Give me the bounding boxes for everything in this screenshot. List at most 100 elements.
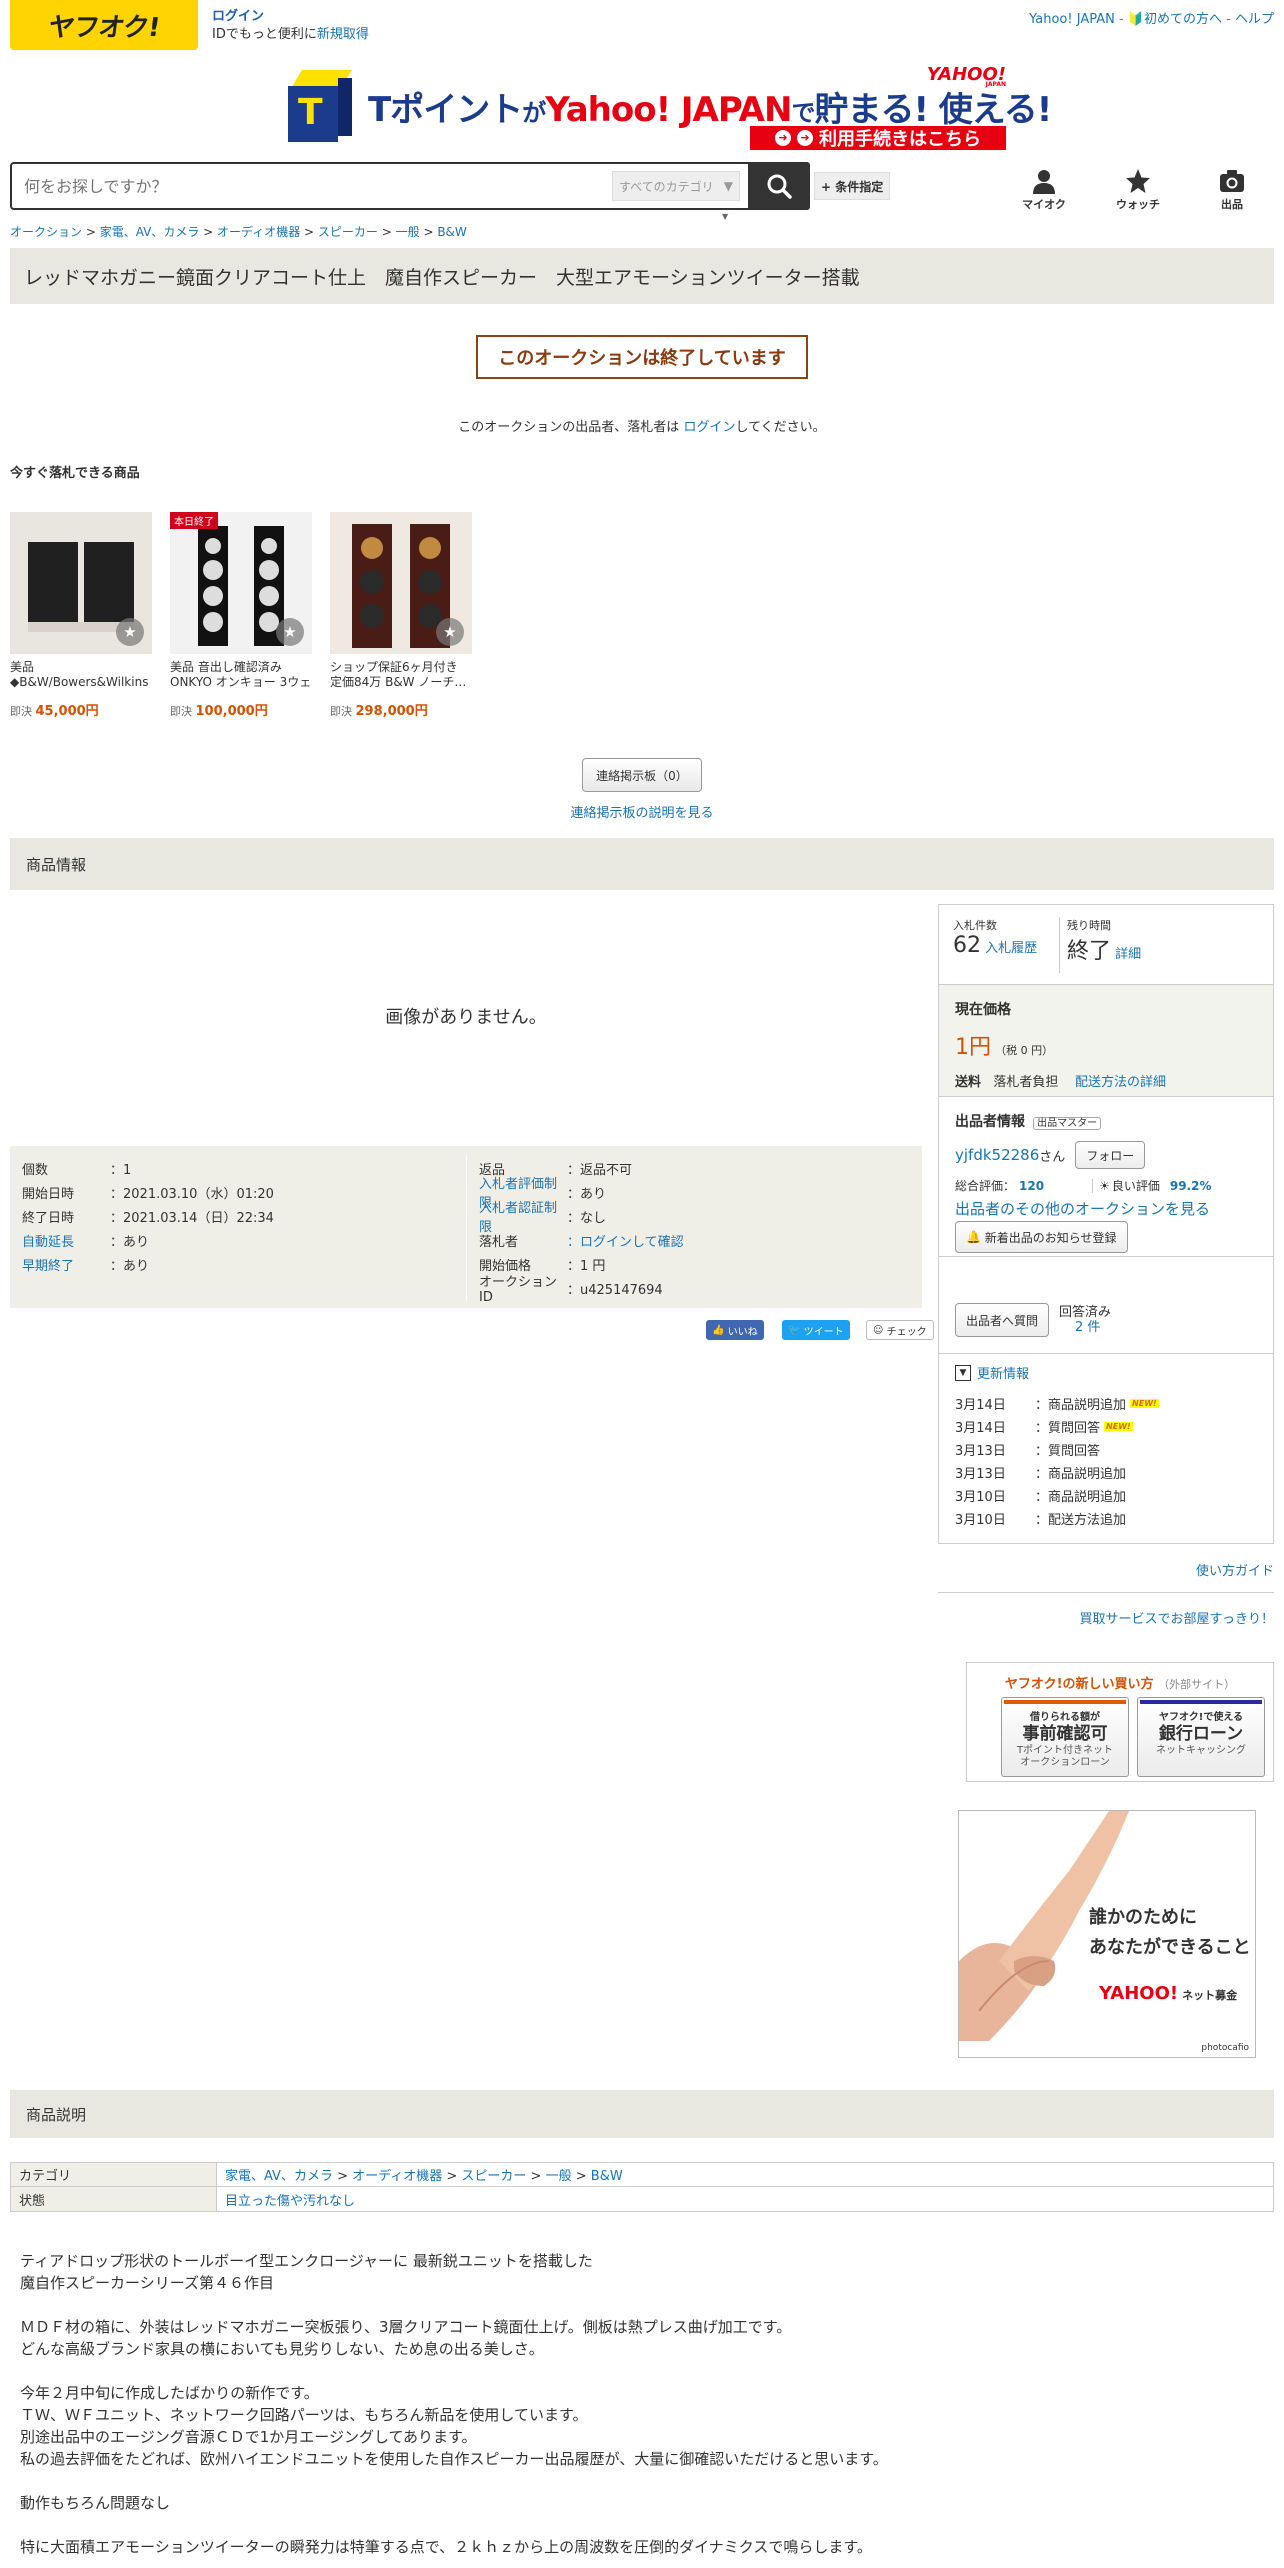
breadcrumb-item[interactable]: B&W bbox=[437, 225, 466, 239]
product-image[interactable]: ★ bbox=[330, 512, 472, 654]
smile-icon: ☺ bbox=[873, 1324, 884, 1336]
question-row: 出品者へ質問 回答済み 2 件 bbox=[955, 1303, 1111, 1337]
new-buying-methods: ヤフオク!の新しい買い方 （外部サイト） 借りられる額が 事前確認可 Tポイント… bbox=[966, 1662, 1274, 1782]
detail-link[interactable]: 詳細 bbox=[1115, 947, 1141, 962]
breadcrumb-item[interactable]: オークション bbox=[10, 225, 82, 239]
product-card[interactable]: 本日終了 ★ 美品 音出し確認済み ONKYO オンキョー 3ウェイ… 即決 1… bbox=[170, 512, 312, 719]
answered-count-link[interactable]: 2 件 bbox=[1059, 1320, 1111, 1335]
product-image[interactable]: 本日終了 ★ bbox=[170, 512, 312, 654]
bank-loan-button[interactable]: ヤフオク!で使える 銀行ローン ネットキャッシング bbox=[1137, 1697, 1265, 1777]
product-info-heading: 商品情報 bbox=[10, 838, 1274, 890]
bidder-auth-limit-link[interactable]: 入札者認証制限 bbox=[467, 1197, 567, 1235]
message-board-button[interactable]: 連絡掲示板（0） bbox=[582, 758, 702, 792]
description-paragraph: ＭＤＦ材の箱に、外装はレッドマホガニー突板張り、3層クリアコート鏡面仕上げ。側板… bbox=[20, 2318, 792, 2358]
watch-star-icon[interactable]: ★ bbox=[116, 618, 144, 646]
login-link[interactable]: ログイン bbox=[212, 9, 264, 24]
breadcrumb-item[interactable]: オーディオ機器 bbox=[217, 225, 300, 239]
rating-link[interactable]: 120 bbox=[1019, 1179, 1044, 1193]
tpoint-banner[interactable]: T TポイントがYahoo! JAPANで貯まる! 使える! YAHOO! JAP… bbox=[288, 64, 1052, 152]
product-price: 即決 298,000円 bbox=[330, 704, 428, 719]
product-name[interactable]: 美品◆B&W/Bowers&Wilkins 686 S2 ブラックア… bbox=[10, 660, 152, 690]
info-row: 落札者ログインして確認 bbox=[467, 1228, 922, 1252]
myauction-button[interactable]: マイオク bbox=[1014, 168, 1074, 212]
login-to-confirm-link[interactable]: ログインして確認 bbox=[567, 1231, 684, 1250]
login-inline-link[interactable]: ログイン bbox=[683, 420, 735, 435]
category-link[interactable]: B&W bbox=[591, 2169, 623, 2184]
top-right-links: Yahoo! JAPAN - 🔰初めての方へ - ヘルプ bbox=[1029, 12, 1274, 27]
beginner-icon: 🔰 bbox=[1127, 12, 1144, 27]
login-sub: IDでもっと便利に bbox=[212, 27, 317, 42]
search-input[interactable] bbox=[12, 164, 612, 208]
follow-button[interactable]: フォロー bbox=[1075, 1141, 1146, 1169]
no-image-placeholder: 画像がありません。 bbox=[385, 1007, 547, 1028]
message-board-help-link: 連絡掲示板の説明を見る bbox=[570, 806, 714, 821]
description-paragraph: 今年２月中旬に作成したばかりの新作です。 ＴＷ、ＷＦユニット、ネットワーク回路パー… bbox=[20, 2384, 888, 2468]
watch-star-icon[interactable]: ★ bbox=[276, 618, 304, 646]
info-row: 個数1 bbox=[10, 1156, 466, 1180]
mixi-check-button[interactable]: ☺ チェック bbox=[866, 1320, 934, 1340]
description-paragraph: 動作もちろん問題なし bbox=[20, 2494, 171, 2512]
watch-star-icon[interactable]: ★ bbox=[436, 618, 464, 646]
breadcrumb-item[interactable]: 家電、AV、カメラ bbox=[100, 225, 200, 239]
watch-button[interactable]: ウォッチ bbox=[1108, 168, 1168, 212]
login-message: このオークションの出品者、落札者は ログインしてください。 bbox=[458, 420, 826, 435]
update-info: ▼ 更新情報 3月14日商品説明追加NEW! 3月14日質問回答NEW! 3月13… bbox=[955, 1363, 1259, 1530]
register-link[interactable]: 新規取得 bbox=[317, 27, 369, 42]
description-body: ティアドロップ形状のトールボーイ型エンクロージャーに 最新鋭ユニットを搭載した魔… bbox=[20, 2250, 1260, 2568]
sell-button[interactable]: 出品 bbox=[1202, 168, 1262, 212]
yahoo-japan-mini-logo: YAHOO! JAPAN bbox=[926, 64, 1006, 88]
ask-seller-button[interactable]: 出品者へ質問 bbox=[955, 1303, 1050, 1337]
breadcrumb: オークション > 家電、AV、カメラ > オーディオ機器 > スピーカー > 一… bbox=[10, 225, 467, 239]
shipping-detail-link[interactable]: 配送方法の詳細 bbox=[1075, 1075, 1166, 1090]
info-row: 自動延長あり bbox=[10, 1228, 466, 1252]
auto-extend-link[interactable]: 自動延長 bbox=[10, 1231, 110, 1250]
new-badge: NEW! bbox=[1104, 1422, 1133, 1431]
ending-today-badge: 本日終了 bbox=[170, 512, 218, 529]
new-listing-notify-button[interactable]: 🔔 新着出品のお知らせ登録 bbox=[955, 1221, 1128, 1253]
collapse-toggle-icon[interactable]: ▼ bbox=[955, 1364, 971, 1381]
description-paragraph: 特に大面積エアモーションツイーターの瞬発力は特筆する点で、２ｋｈｚから上の周波数… bbox=[20, 2538, 872, 2556]
buyback-service-link[interactable]: 買取サービスでお部屋すっきり！ bbox=[1080, 1608, 1274, 1627]
yafuoku-logo[interactable]: ヤフオク! bbox=[10, 0, 198, 50]
arrow-circle-icon: ➜ bbox=[775, 130, 791, 146]
pre-check-loan-button[interactable]: 借りられる額が 事前確認可 Tポイント付きネット オークションローン bbox=[1001, 1697, 1129, 1777]
help-link[interactable]: ヘルプ bbox=[1235, 12, 1274, 27]
bid-history-link[interactable]: 入札履歴 bbox=[985, 941, 1037, 956]
product-card[interactable]: ★ ショップ保証6ヶ月付き 定価84万 B&W ノーチ… 即決 298,000円 bbox=[330, 512, 472, 719]
auction-info-table: 個数1 開始日時2021.03.10（水）01:20 終了日時2021.03.1… bbox=[10, 1146, 922, 1308]
auction-side-panel: 入札件数 62 入札履歴 残り時間 終了 詳細 現在価格 1円 （税 0 円） … bbox=[938, 904, 1274, 1544]
info-row: 開始日時2021.03.10（水）01:20 bbox=[10, 1180, 466, 1204]
category-link[interactable]: 家電、AV、カメラ bbox=[225, 2169, 333, 2184]
person-icon bbox=[1033, 170, 1055, 194]
category-link[interactable]: スピーカー bbox=[461, 2169, 526, 2184]
bid-status: 入札件数 62 入札履歴 残り時間 終了 詳細 bbox=[939, 905, 1273, 985]
donation-ad[interactable]: 誰かのために あなたができること YAHOO! ネット募金 photocafio bbox=[958, 1810, 1256, 2058]
product-card[interactable]: ★ 美品◆B&W/Bowers&Wilkins 686 S2 ブラックア… 即決… bbox=[10, 512, 152, 719]
condition-link[interactable]: 目立った傷や汚れなし bbox=[217, 2190, 355, 2209]
update-row: 3月14日商品説明追加NEW! bbox=[955, 1392, 1259, 1415]
category-link[interactable]: 一般 bbox=[546, 2169, 572, 2184]
breadcrumb-item[interactable]: スピーカー bbox=[318, 225, 378, 239]
conditions-button[interactable]: + 条件指定 bbox=[814, 172, 891, 200]
facebook-like-button[interactable]: 👍 いいね bbox=[706, 1320, 764, 1340]
seller-name-link[interactable]: yjfdk52286 bbox=[955, 1146, 1039, 1164]
tweet-button[interactable]: 🐦 ツイート bbox=[782, 1320, 850, 1340]
product-name[interactable]: ショップ保証6ヶ月付き 定価84万 B&W ノーチ… bbox=[330, 660, 472, 690]
other-auctions-link[interactable]: 出品者のその他のオークションを見る bbox=[955, 1200, 1210, 1218]
banner-signup-button[interactable]: ➜ ➜ 利用手続きはこちら bbox=[750, 126, 1006, 150]
product-name[interactable]: 美品 音出し確認済み ONKYO オンキョー 3ウェイ… bbox=[170, 660, 312, 690]
category-select[interactable]: すべてのカテゴリ ▼ bbox=[612, 171, 740, 201]
current-price: 1円 bbox=[955, 1035, 991, 1060]
remaining-time: 終了 詳細 bbox=[1067, 939, 1142, 964]
search-button[interactable] bbox=[748, 162, 810, 210]
update-info-link[interactable]: 更新情報 bbox=[977, 1363, 1029, 1382]
product-image[interactable]: ★ bbox=[10, 512, 152, 654]
early-end-link[interactable]: 早期終了 bbox=[10, 1255, 110, 1274]
first-time-link[interactable]: 初めての方へ bbox=[1144, 12, 1222, 27]
usage-guide-link[interactable]: 使い方ガイド bbox=[1196, 1560, 1274, 1579]
category-link[interactable]: オーディオ機器 bbox=[352, 2169, 442, 2184]
expand-arrow-icon[interactable]: ▼ bbox=[722, 212, 728, 221]
price-section: 現在価格 1円 （税 0 円） 送料 落札者負担 配送方法の詳細 bbox=[939, 985, 1273, 1097]
breadcrumb-item[interactable]: 一般 bbox=[396, 225, 420, 239]
yahoo-japan-link[interactable]: Yahoo! JAPAN bbox=[1029, 12, 1115, 27]
